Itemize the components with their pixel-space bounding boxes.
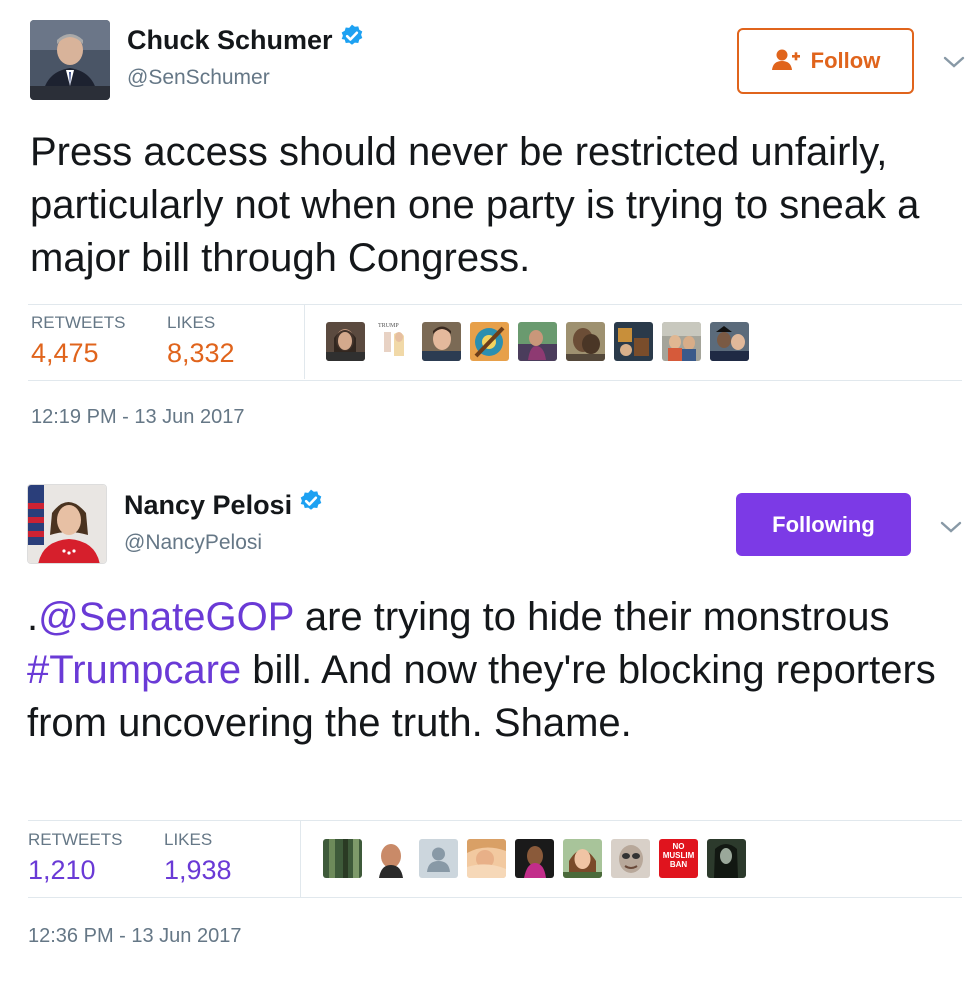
liker-avatar-caption: NO MUSLIM BAN [662,842,695,869]
liker-avatar[interactable] [422,322,461,361]
display-name-text: Nancy Pelosi [124,490,293,520]
tweet-text-segment: . [27,595,39,639]
display-name-text: Chuck Schumer [127,25,333,55]
divider [28,380,962,381]
liker-avatar[interactable] [323,839,362,878]
following-button-label: Following [772,511,875,537]
liker-avatar[interactable] [326,322,365,361]
likes-label: LIKES [164,830,213,849]
verified-badge-icon [339,23,365,56]
likers-avatars: NO MUSLIM BAN [323,839,746,878]
verified-badge-icon [298,488,324,521]
following-button[interactable]: Following [736,493,911,556]
likes-label: LIKES [167,313,216,332]
follow-button[interactable]: Follow [737,28,914,94]
tweet-text-segment: Press access should never be restricted … [30,130,920,280]
liker-avatar[interactable] [566,322,605,361]
default-user-avatar[interactable] [419,839,458,878]
mention-link[interactable]: @SenateGOP [38,595,294,639]
divider [28,897,962,898]
hashtag-link[interactable]: #Trumpcare [27,648,241,692]
liker-avatar[interactable] [518,322,557,361]
user-handle[interactable]: @SenSchumer [127,66,270,90]
avatar[interactable] [27,484,107,564]
liker-avatar[interactable] [710,322,749,361]
liker-avatar-caption: TRUMP [378,323,399,329]
chevron-down-icon[interactable] [940,520,962,534]
retweets-label: RETWEETS [31,313,126,332]
liker-avatar[interactable] [371,839,410,878]
liker-avatar[interactable] [515,839,554,878]
divider [300,821,301,897]
user-handle[interactable]: @NancyPelosi [124,531,262,555]
divider [304,305,305,379]
trump-book-avatar[interactable]: TRUMP [374,322,413,361]
divider [28,304,962,305]
tweet-card: Chuck Schumer @SenSchumer Follow Press a… [0,0,980,470]
tweet-text: Press access should never be restricted … [30,126,965,285]
likers-avatars: TRUMP [326,322,749,361]
liker-avatar[interactable] [611,839,650,878]
tweet-text-segment: are trying to hide their monstrous [293,595,890,639]
tweet-timestamp[interactable]: 12:36 PM - 13 Jun 2017 [28,925,241,948]
tweet-timestamp[interactable]: 12:19 PM - 13 Jun 2017 [31,406,244,429]
no-muslim-ban-avatar[interactable]: NO MUSLIM BAN [659,839,698,878]
liker-avatar[interactable] [662,322,701,361]
retweets-count[interactable]: 1,210 [28,855,96,886]
follow-button-label: Follow [810,48,881,73]
tweet-text: .@SenateGOP are trying to hide their mon… [27,591,957,750]
chevron-down-icon[interactable] [943,55,965,69]
liker-avatar[interactable] [467,839,506,878]
avatar[interactable] [30,20,110,100]
liker-avatar[interactable] [563,839,602,878]
likes-count[interactable]: 1,938 [164,855,232,886]
liker-avatar[interactable] [707,839,746,878]
display-name[interactable]: Chuck Schumer [127,25,365,58]
tweet-card: Nancy Pelosi @NancyPelosi Following .@Se… [0,470,980,988]
retweets-count[interactable]: 4,475 [31,338,99,369]
retweets-label: RETWEETS [28,830,123,849]
display-name[interactable]: Nancy Pelosi [124,490,324,523]
liker-avatar[interactable] [614,322,653,361]
likes-count[interactable]: 8,332 [167,338,235,369]
liker-avatar[interactable] [470,322,509,361]
add-user-icon [771,49,801,77]
divider [28,820,962,821]
